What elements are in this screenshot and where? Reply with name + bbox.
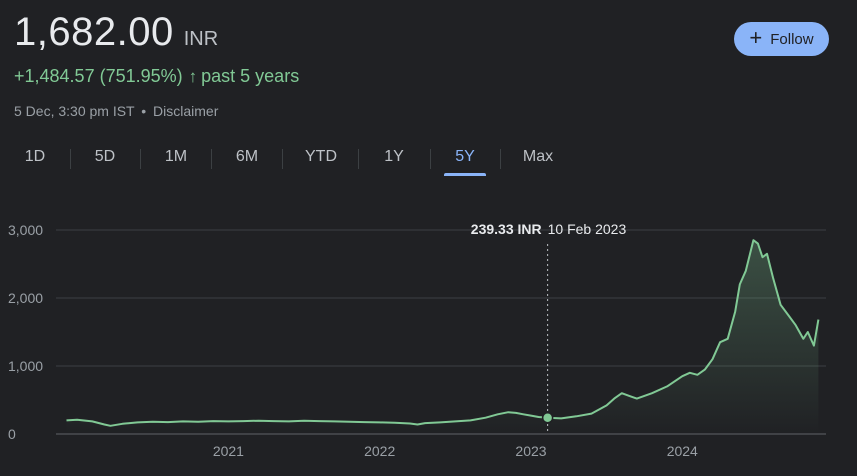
y-tick-label: 1,000 [8, 358, 43, 374]
arrow-up-icon: ↑ [188, 66, 198, 86]
tab-5y[interactable]: 5Y [444, 140, 486, 176]
price-value: 1,682.00 [14, 10, 174, 54]
change-value: +1,484.57 (751.95%) [14, 66, 183, 86]
tab-label: 1M [164, 148, 188, 165]
hover-point [541, 411, 554, 424]
price-chart[interactable]: 0 1,000 2,000 3,000 2021 2022 2023 2024 239.33 I… [0, 200, 857, 476]
tab-label: 5D [94, 148, 116, 165]
currency-label: INR [183, 28, 219, 50]
tab-label: YTD [305, 148, 337, 165]
tab-divider [500, 149, 501, 169]
x-tick-label: 2024 [667, 443, 698, 459]
tab-1d[interactable]: 1D [10, 140, 60, 176]
tab-label: 1D [24, 148, 46, 165]
x-tick-label: 2021 [213, 443, 244, 459]
area-fill [66, 240, 819, 434]
change-row: +1,484.57 (751.95%) ↑ past 5 years [14, 66, 299, 87]
y-tick-label: 2,000 [8, 290, 43, 306]
x-tick-label: 2022 [364, 443, 395, 459]
disclaimer-link[interactable]: Disclaimer [153, 103, 218, 119]
timestamp: 5 Dec, 3:30 pm IST [14, 103, 135, 119]
tab-divider [211, 149, 212, 169]
tab-divider [358, 149, 359, 169]
period-label: past 5 years [201, 66, 300, 86]
plus-icon: + [749, 25, 763, 50]
active-tab-indicator [444, 173, 486, 176]
tab-ytd[interactable]: YTD [292, 140, 350, 176]
y-tick-label: 0 [8, 426, 16, 442]
tab-divider [140, 149, 141, 169]
y-tick-label: 3,000 [8, 222, 43, 238]
tab-label: 5Y [455, 148, 475, 165]
tab-1m[interactable]: 1M [150, 140, 202, 176]
price-row: 1,682.00 INR [14, 10, 218, 55]
range-tabs: 1D 5D 1M 6M YTD 1Y 5Y Max [0, 140, 600, 176]
tab-5d[interactable]: 5D [80, 140, 130, 176]
follow-button[interactable]: + Follow [734, 22, 829, 56]
x-tick-label: 2023 [515, 443, 546, 459]
tab-divider [70, 149, 71, 169]
tab-1y[interactable]: 1Y [368, 140, 420, 176]
tab-divider [282, 149, 283, 169]
tooltip-date: 10 Feb 2023 [548, 221, 627, 237]
tab-6m[interactable]: 6M [221, 140, 273, 176]
tab-divider [430, 149, 431, 169]
tab-label: Max [522, 148, 554, 165]
separator-dot: • [141, 103, 147, 119]
tab-label: 6M [235, 148, 259, 165]
meta-row: 5 Dec, 3:30 pm IST • Disclaimer [14, 103, 218, 119]
tab-label: 1Y [384, 148, 404, 165]
tooltip-price: 239.33 INR [471, 221, 542, 237]
follow-label: Follow [770, 30, 814, 48]
tab-max[interactable]: Max [512, 140, 564, 176]
